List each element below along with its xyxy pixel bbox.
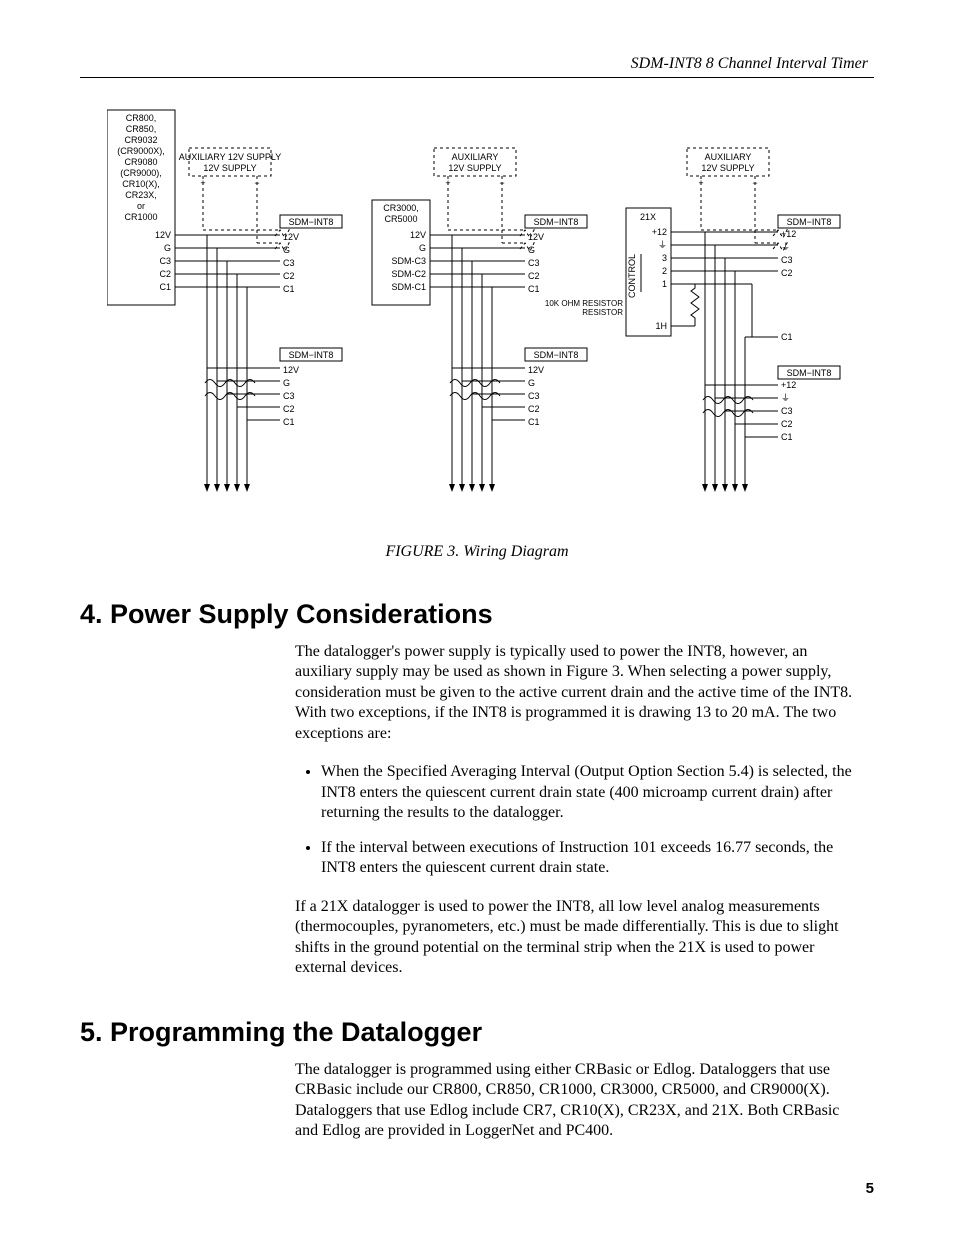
svg-text:C3: C3 [159, 256, 171, 266]
svg-text:C3: C3 [781, 255, 793, 265]
s4-para-1: The datalogger's power supply is typical… [295, 642, 854, 744]
svg-text:12V: 12V [155, 230, 171, 240]
svg-text:CR9032: CR9032 [124, 135, 157, 145]
svg-text:CR5000: CR5000 [384, 214, 417, 224]
svg-text:(CR9000X),: (CR9000X), [117, 146, 165, 156]
svg-text:G: G [419, 243, 426, 253]
svg-text:1H: 1H [655, 321, 667, 331]
svg-text:+12: +12 [781, 380, 796, 390]
figure-3: SDM−INT8 12V G C3 C2 C1 [80, 108, 874, 561]
svg-text:SDM-C1: SDM-C1 [391, 282, 426, 292]
section-5-body: The datalogger is programmed using eithe… [295, 1060, 854, 1142]
svg-text:CR3000,: CR3000, [383, 203, 419, 213]
svg-text:SDM-C3: SDM-C3 [391, 256, 426, 266]
svg-text:C1: C1 [159, 282, 171, 292]
svg-text:SDM−INT8: SDM−INT8 [787, 368, 832, 378]
svg-text:SDM-C2: SDM-C2 [391, 269, 426, 279]
heading-section-4: 4. Power Supply Considerations [80, 599, 874, 630]
svg-text:12V: 12V [410, 230, 426, 240]
svg-text:1: 1 [662, 279, 667, 289]
svg-text:CR800,: CR800, [126, 113, 157, 123]
svg-text:or: or [137, 201, 145, 211]
s4-bullets: When the Specified Averaging Interval (O… [295, 762, 854, 878]
svg-text:10K OHM RESISTOR: 10K OHM RESISTOR [545, 299, 623, 308]
svg-text:12V SUPPLY: 12V SUPPLY [203, 163, 256, 173]
svg-text:CR1000: CR1000 [124, 212, 157, 222]
svg-text:(CR9000),: (CR9000), [120, 168, 162, 178]
section-4-body: The datalogger's power supply is typical… [295, 642, 854, 979]
svg-text:G: G [164, 243, 171, 253]
svg-text:AUXILIARY: AUXILIARY [452, 152, 499, 162]
svg-text:CONTROL: CONTROL [627, 254, 637, 298]
s4-para-2: If a 21X datalogger is used to power the… [295, 897, 854, 979]
svg-text:CR850,: CR850, [126, 124, 157, 134]
svg-text:RESISTOR: RESISTOR [582, 308, 623, 317]
svg-text:+12: +12 [652, 227, 667, 237]
svg-text:⏚: ⏚ [781, 242, 790, 252]
s4-bullet-1: When the Specified Averaging Interval (O… [321, 762, 854, 823]
svg-text:12V SUPPLY: 12V SUPPLY [701, 163, 754, 173]
column-1: AUXILIARY 12V SUPPLY 12V SUPPLY + − CR80… [107, 110, 342, 492]
svg-text:C1: C1 [781, 332, 793, 342]
figure-caption: FIGURE 3. Wiring Diagram [80, 543, 874, 561]
svg-text:C2: C2 [159, 269, 171, 279]
svg-text:AUXILIARY 12V SUPPLY: AUXILIARY 12V SUPPLY [179, 152, 282, 162]
svg-text:AUXILIARY: AUXILIARY [705, 152, 752, 162]
wiring-diagram: SDM−INT8 12V G C3 C2 C1 [107, 108, 847, 528]
svg-text:CR9080: CR9080 [124, 157, 157, 167]
s4-bullet-2: If the interval between executions of In… [321, 838, 854, 879]
svg-text:C2: C2 [781, 268, 793, 278]
svg-text:CR10(X),: CR10(X), [122, 179, 160, 189]
svg-text:CR23X,: CR23X, [125, 190, 157, 200]
page-number: 5 [866, 1180, 874, 1197]
svg-text:12V SUPPLY: 12V SUPPLY [448, 163, 501, 173]
column-3: AUXILIARY 12V SUPPLY + − 21X +12 ⏚ 3 2 1… [545, 148, 840, 492]
heading-section-5: 5. Programming the Datalogger [80, 1017, 874, 1048]
svg-text:21X: 21X [640, 212, 656, 222]
svg-text:2: 2 [662, 266, 667, 276]
svg-text:3: 3 [662, 253, 667, 263]
svg-text:C3: C3 [781, 406, 793, 416]
page: SDM-INT8 8 Channel Interval Timer SDM−IN… [0, 0, 954, 1235]
s5-para-1: The datalogger is programmed using eithe… [295, 1060, 854, 1142]
column-2: AUXILIARY 12V SUPPLY + − CR3000, CR5000 … [372, 148, 587, 492]
svg-text:C2: C2 [781, 419, 793, 429]
svg-text:C1: C1 [781, 432, 793, 442]
svg-text:⏚: ⏚ [781, 393, 790, 403]
svg-text:SDM−INT8: SDM−INT8 [787, 217, 832, 227]
running-header: SDM-INT8 8 Channel Interval Timer [80, 55, 874, 78]
svg-text:⏚: ⏚ [658, 240, 667, 250]
svg-text:+12: +12 [781, 229, 796, 239]
